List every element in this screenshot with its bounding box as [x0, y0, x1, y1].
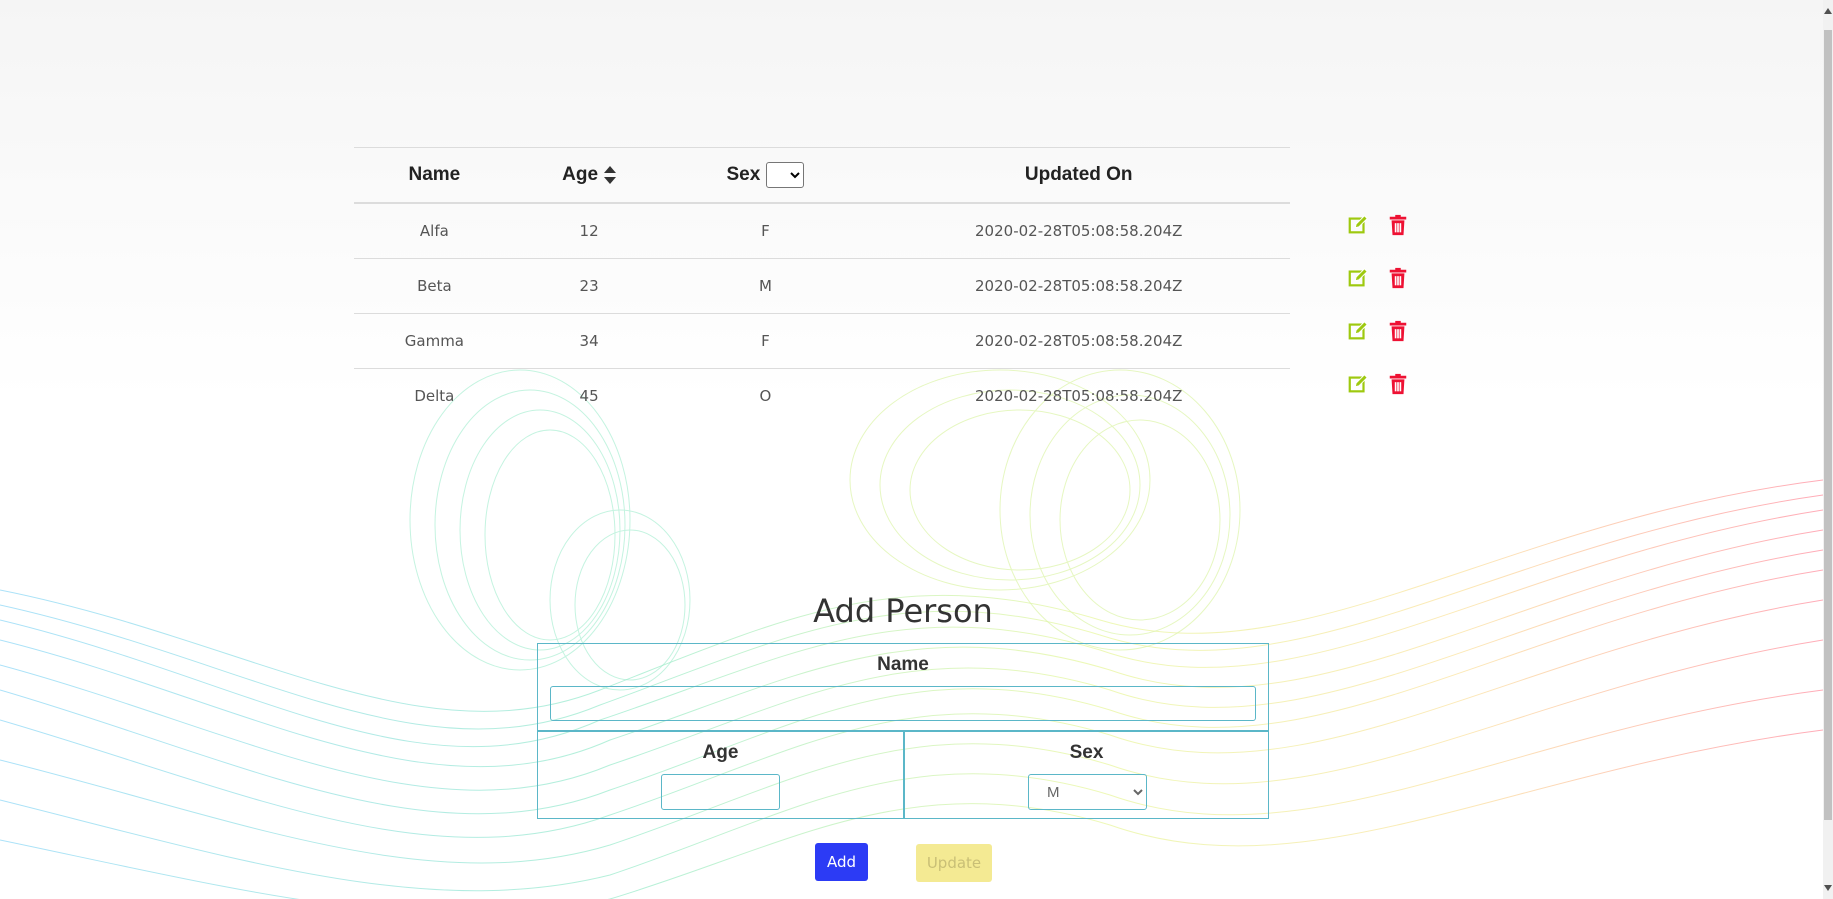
cell-updated-on: 2020-02-28T05:08:58.204Z	[975, 387, 1183, 405]
sort-icon[interactable]	[604, 165, 617, 184]
scroll-down-arrow-icon[interactable]	[1824, 885, 1832, 891]
cell-age: 12	[514, 203, 664, 259]
cell-updated-on: 2020-02-28T05:08:58.204Z	[867, 258, 1290, 314]
sex-label: Sex	[1069, 742, 1104, 763]
column-header-sex: Sex	[663, 147, 868, 204]
row-actions	[1347, 214, 1407, 238]
sex-select[interactable]: M	[1028, 774, 1147, 810]
trash-icon[interactable]	[1387, 267, 1409, 289]
edit-icon[interactable]	[1347, 267, 1369, 289]
cell-age: 23	[514, 258, 664, 314]
age-input[interactable]	[661, 774, 780, 810]
cell-updated-on: 2020-02-28T05:08:58.204Z	[867, 313, 1290, 369]
column-header-updated-on: Updated On	[867, 147, 1290, 204]
cell-sex: F	[663, 313, 868, 369]
name-fieldset: Name	[537, 643, 1269, 731]
edit-icon[interactable]	[1347, 320, 1369, 342]
cell-sex: O	[759, 387, 772, 405]
cell-name: Beta	[354, 258, 515, 314]
trash-icon[interactable]	[1387, 320, 1409, 342]
edit-icon[interactable]	[1347, 214, 1369, 236]
column-header-age[interactable]: Age	[514, 147, 664, 204]
people-table-container: Name Age Sex Updated On Alfa 12 F 2020-0…	[354, 147, 1290, 423]
cell-age: 34	[514, 313, 664, 369]
cell-name: Alfa	[354, 203, 515, 259]
age-label: Age	[702, 742, 739, 763]
table-header-row: Name Age Sex Updated On	[354, 147, 1290, 204]
table-row: Gamma 34 F 2020-02-28T05:08:58.204Z	[354, 313, 1290, 369]
age-fieldset: Age	[537, 731, 904, 819]
row-actions	[1347, 373, 1407, 397]
column-header-name: Name	[354, 147, 515, 204]
scroll-up-arrow-icon[interactable]	[1824, 8, 1832, 14]
people-table: Name Age Sex Updated On Alfa 12 F 2020-0…	[354, 147, 1290, 423]
cell-sex: M	[663, 258, 868, 314]
cell-sex: F	[663, 203, 868, 259]
sex-filter-select[interactable]	[766, 162, 805, 188]
add-person-title: Add Person	[813, 592, 993, 630]
cell-age: 45	[579, 387, 599, 405]
update-button[interactable]: Update	[916, 844, 992, 882]
row-actions	[1347, 267, 1407, 291]
edit-icon[interactable]	[1347, 373, 1369, 395]
table-row: Beta 23 M 2020-02-28T05:08:58.204Z	[354, 258, 1290, 314]
add-button[interactable]: Add	[815, 843, 868, 881]
scrollbar-thumb[interactable]	[1824, 30, 1832, 820]
table-row: Alfa 12 F 2020-02-28T05:08:58.204Z	[354, 203, 1290, 259]
name-input[interactable]	[550, 686, 1256, 721]
cell-name: Delta	[414, 387, 455, 405]
row-actions	[1347, 320, 1407, 344]
vertical-scrollbar[interactable]	[1823, 0, 1833, 899]
sex-fieldset: Sex M	[904, 731, 1269, 819]
cell-name: Gamma	[354, 313, 515, 369]
trash-icon[interactable]	[1387, 373, 1409, 395]
cell-updated-on: 2020-02-28T05:08:58.204Z	[867, 203, 1290, 259]
trash-icon[interactable]	[1387, 214, 1409, 236]
name-label: Name	[877, 654, 929, 675]
table-row: Delta 45 O 2020-02-28T05:08:58.204Z	[354, 369, 1290, 424]
